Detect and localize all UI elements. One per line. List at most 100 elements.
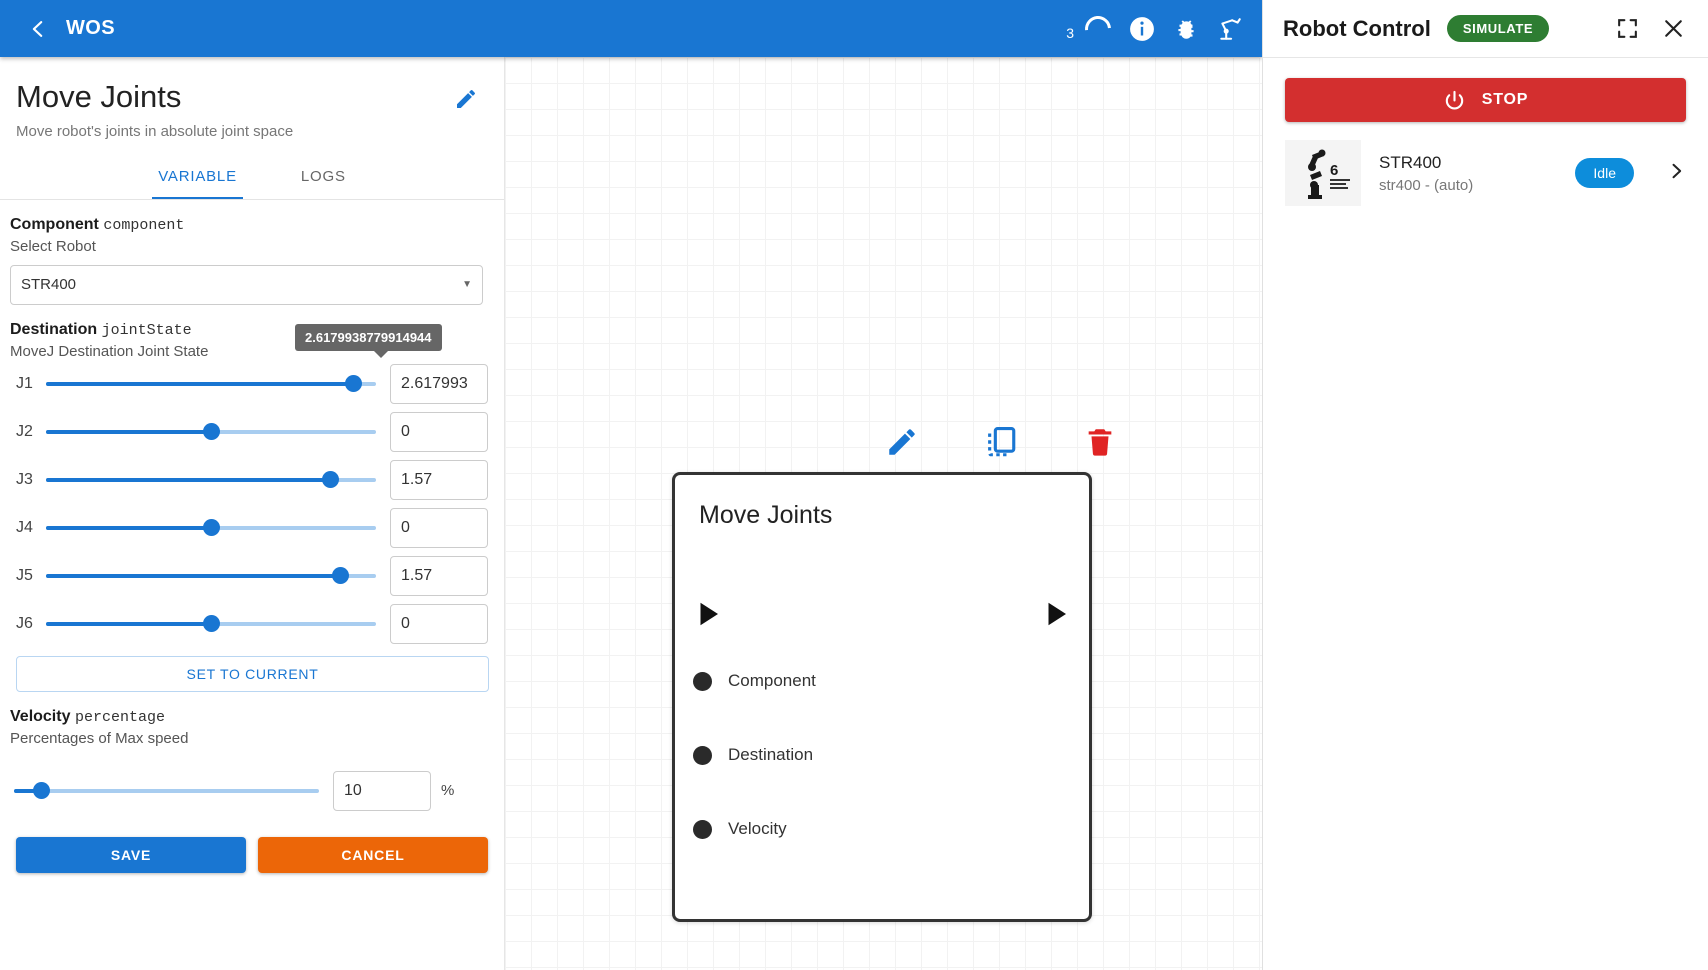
flow-node-move-joints[interactable]: Move Joints Component Destination Velocity [672, 472, 1092, 922]
robot-id: str400 - (auto) [1379, 176, 1474, 194]
form-action-buttons: SAVE CANCEL [16, 836, 488, 873]
node-port-list: Component Destination Velocity [693, 657, 1107, 879]
topbar-icon-group: 3 [1066, 10, 1244, 47]
joint-slider-fill [46, 429, 211, 434]
robot-arm-icon[interactable] [1216, 15, 1244, 43]
cancel-button[interactable]: CANCEL [258, 836, 488, 873]
joint-label: J4 [16, 518, 33, 536]
edit-title-button[interactable] [454, 87, 478, 116]
app-title: WOS [66, 17, 115, 39]
back-button[interactable] [18, 9, 58, 49]
joint-value-input[interactable]: 0 [390, 603, 488, 644]
joint-slider-thumb[interactable] [344, 375, 362, 393]
destination-label-text: Destination [10, 320, 98, 338]
joint-row: J6 0 [10, 600, 488, 648]
component-type-hint: component [103, 216, 185, 234]
save-button[interactable]: SAVE [16, 836, 246, 873]
stop-button-label: STOP [1481, 91, 1529, 108]
tab-variable[interactable]: VARIABLE [152, 158, 243, 199]
node-port[interactable]: Velocity [693, 805, 1107, 853]
joint-slider[interactable] [46, 374, 376, 394]
joint-row: J1 2.617993 [10, 360, 488, 408]
delete-icon[interactable] [1083, 425, 1117, 464]
robot-list-item[interactable]: 6 STR400 str400 - (auto) Idle [1263, 122, 1708, 224]
velocity-field-group: Velocity percentage Percentages of Max s… [10, 708, 488, 811]
flow-canvas[interactable]: Move Joints Component Destination Velocity [505, 57, 1262, 970]
velocity-slider-track [14, 788, 319, 793]
joint-value-input[interactable]: 0 [390, 507, 488, 548]
robot-select[interactable]: STR400 ▼ [10, 264, 483, 305]
velocity-input[interactable]: 10 [333, 770, 431, 811]
joint-slider-thumb[interactable] [331, 567, 349, 585]
node-port-label: Velocity [728, 819, 787, 838]
joint-value-input[interactable]: 1.57 [390, 555, 488, 596]
joint-value-input[interactable]: 0 [390, 411, 488, 452]
velocity-slider[interactable] [14, 781, 319, 801]
joint-slider[interactable] [46, 518, 376, 538]
node-input-flow-arrow-icon[interactable] [693, 597, 723, 636]
pencil-icon [457, 90, 475, 108]
joint-slider-list: J1 2.617993 J2 0 J3 1.57 J4 0 J5 1.57 J6 0 [10, 360, 488, 648]
node-output-flow-arrow-icon[interactable] [1041, 597, 1071, 636]
duplicate-icon[interactable] [984, 425, 1018, 464]
notification-count: 3 [1066, 24, 1074, 41]
joint-slider-fill [46, 381, 353, 386]
destination-field-group: Destination jointState MoveJ Destination… [10, 320, 489, 692]
top-app-bar: WOS 3 [0, 0, 1262, 57]
info-icon[interactable] [1128, 15, 1156, 43]
velocity-field-label: Velocity percentage [10, 708, 488, 726]
component-label-text: Component [10, 215, 99, 233]
joint-slider-thumb[interactable] [203, 519, 220, 537]
joint-label: J5 [16, 566, 33, 584]
joint-slider[interactable] [46, 566, 376, 586]
node-port[interactable]: Component [693, 657, 1107, 705]
joint-slider[interactable] [46, 614, 376, 634]
velocity-type-hint: percentage [74, 708, 165, 726]
component-field-desc: Select Robot [10, 237, 96, 255]
node-title: Move Joints [699, 501, 833, 529]
component-field-group: Component component Select Robot STR400 … [10, 216, 488, 305]
node-toolbar [885, 425, 1117, 464]
header-divider [1263, 57, 1708, 58]
chevron-down-icon: ▼ [462, 279, 472, 291]
joint-value-input[interactable]: 1.57 [390, 459, 488, 500]
velocity-unit: % [441, 782, 455, 800]
robot-control-panel: Robot Control SIMULATE STOP 6 STR400 str… [1262, 0, 1708, 970]
panel-body: Component component Select Robot STR400 … [0, 200, 504, 873]
joint-slider-thumb[interactable] [321, 471, 339, 489]
joint-slider-thumb[interactable] [203, 615, 220, 633]
chevron-right-icon[interactable] [1666, 161, 1686, 186]
edit-icon[interactable] [885, 425, 919, 464]
joint-row: J2 0 [10, 408, 488, 456]
node-port-dot[interactable] [693, 819, 712, 839]
component-field-label: Component component [10, 216, 488, 234]
velocity-slider-thumb[interactable] [33, 782, 51, 800]
joint-slider-thumb[interactable] [203, 423, 220, 441]
velocity-label-text: Velocity [10, 707, 71, 725]
robot-text-block: STR400 str400 - (auto) [1379, 153, 1557, 194]
joint-slider-fill [46, 573, 340, 578]
velocity-row: 10 % [10, 770, 488, 811]
panel-header: Move Joints Move robot's joints in absol… [0, 57, 504, 140]
joint-row: J3 1.57 [10, 456, 488, 504]
bug-icon[interactable] [1172, 15, 1200, 43]
close-icon[interactable] [1658, 14, 1688, 44]
robot-select-value: STR400 [21, 276, 77, 294]
stop-button[interactable]: STOP [1285, 78, 1686, 122]
joint-value-input[interactable]: 2.617993 [390, 363, 488, 404]
joint-label: J6 [16, 614, 33, 632]
velocity-field-desc: Percentages of Max speed [10, 729, 189, 747]
joint-slider[interactable] [46, 470, 376, 490]
slider-value-tooltip: 2.6179938779914944 [295, 323, 442, 358]
set-to-current-button[interactable]: SET TO CURRENT [16, 655, 489, 692]
fullscreen-icon[interactable] [1612, 14, 1642, 44]
robot-control-header: Robot Control SIMULATE [1263, 0, 1708, 57]
node-port-dot[interactable] [693, 745, 712, 765]
simulate-badge[interactable]: SIMULATE [1446, 15, 1550, 42]
node-port[interactable]: Destination [693, 731, 1107, 779]
node-port-dot[interactable] [693, 671, 712, 691]
joint-label: J3 [16, 470, 33, 488]
chevron-left-icon [32, 20, 43, 37]
joint-slider[interactable] [46, 422, 376, 442]
tab-logs[interactable]: LOGS [295, 158, 352, 199]
